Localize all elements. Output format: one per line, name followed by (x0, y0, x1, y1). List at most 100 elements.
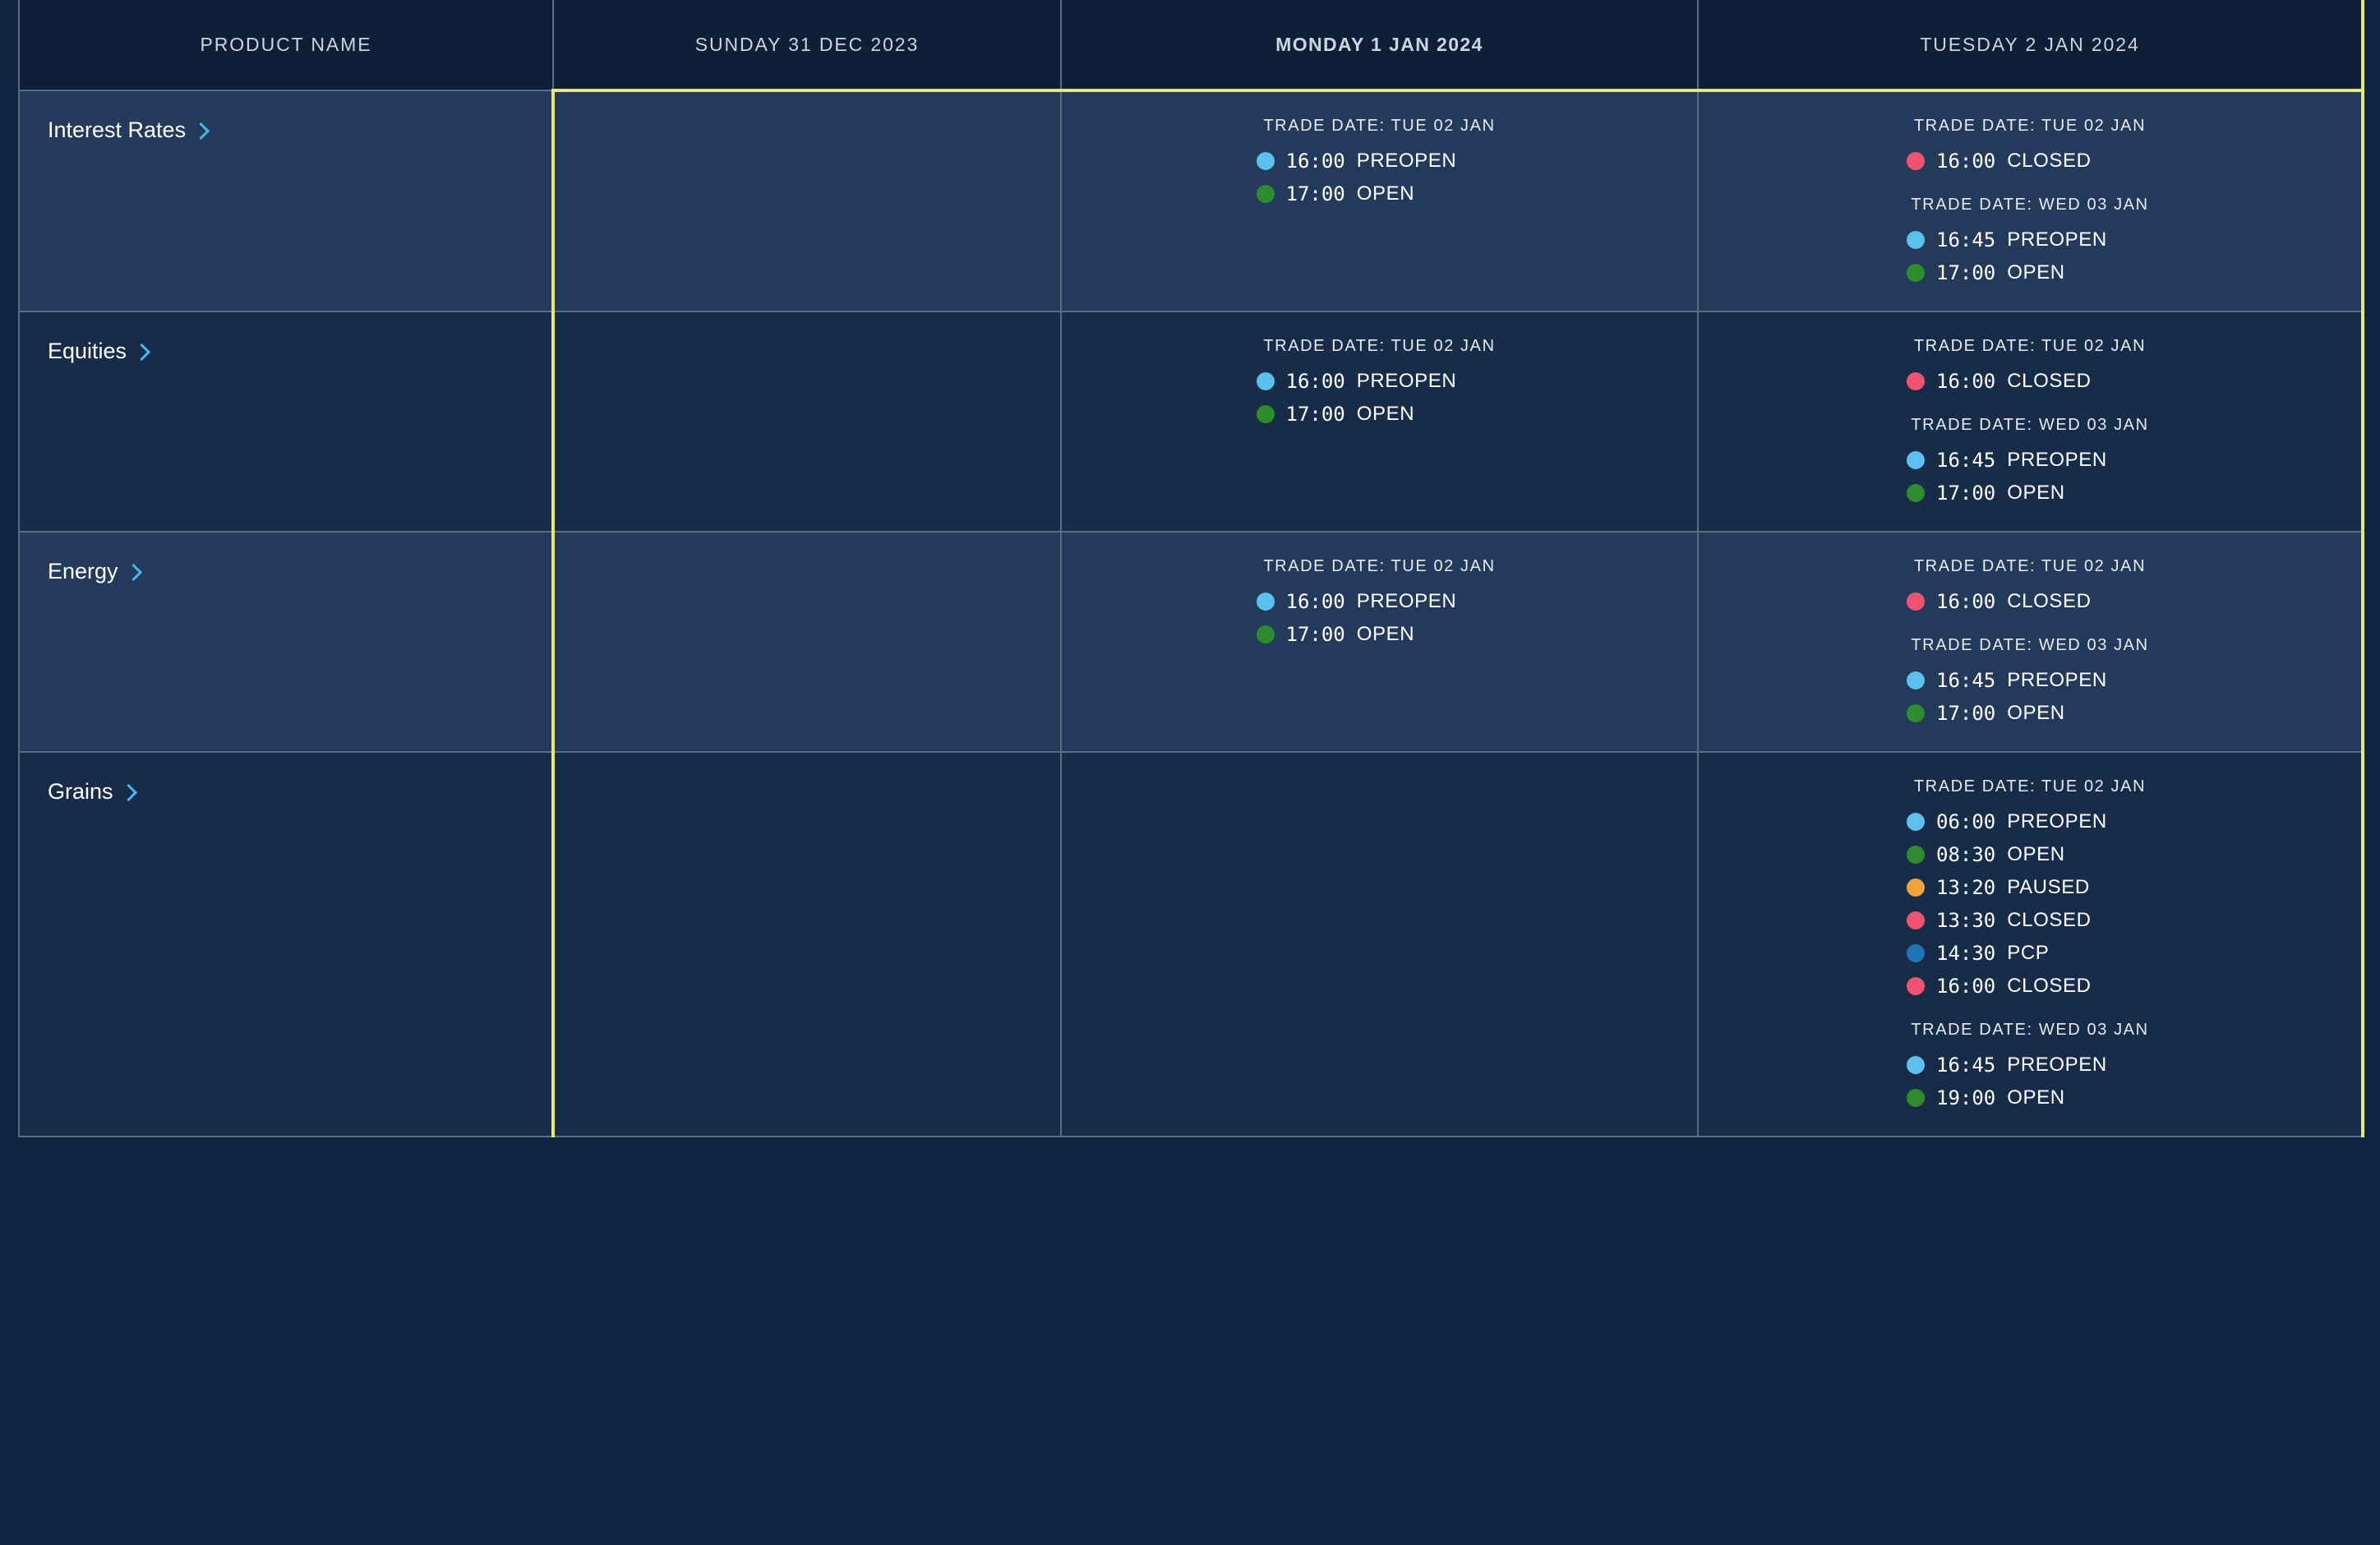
schedule-event[interactable]: 16:00 PREOPEN (1256, 145, 1503, 178)
status-dot-open-icon (1907, 264, 1925, 282)
schedule-cell-monday: TRADE DATE: TUE 02 JAN 16:00 PREOPEN 17:00 O… (1061, 90, 1699, 312)
schedule-event[interactable]: 16:00 PREOPEN (1256, 365, 1503, 398)
schedule-cell-sunday (551, 752, 1062, 1137)
event-time: 16:45 (1936, 1054, 1996, 1077)
event-time: 13:20 (1936, 876, 1996, 899)
schedule-event[interactable]: 17:00 OPEN (1907, 477, 2153, 510)
event-time: 17:00 (1285, 623, 1345, 646)
event-list: 16:00 CLOSED (1699, 145, 2361, 178)
event-time: 16:00 (1285, 370, 1345, 393)
status-dot-preopen-icon (1907, 451, 1925, 469)
event-list: 16:00 PREOPEN 17:00 OPEN (1062, 145, 1697, 210)
schedule-event[interactable]: 13:30 CLOSED (1907, 904, 2153, 937)
event-status: OPEN (2007, 482, 2065, 504)
table-row: Equities TRADE DATE: TUE 02 JAN 16:00 PREOP… (18, 311, 2364, 533)
event-time: 16:00 (1285, 150, 1345, 173)
status-dot-pcp-icon (1907, 944, 1925, 962)
column-header-product-name[interactable]: PRODUCT NAME (18, 0, 554, 91)
product-name-label: Energy (48, 559, 118, 583)
product-name-label: Grains (48, 779, 113, 804)
schedule-event[interactable]: 13:20 PAUSED (1907, 871, 2153, 904)
schedule-list: TRADE DATE: TUE 02 JAN 16:00 PREOPEN 17:00 O… (1062, 92, 1697, 232)
status-dot-preopen-icon (1256, 593, 1275, 611)
product-link-interest-rates[interactable]: Interest Rates (48, 119, 205, 141)
column-header-monday[interactable]: MONDAY 1 JAN 2024 (1061, 0, 1699, 92)
schedule-event[interactable]: 06:00 PREOPEN (1907, 805, 2153, 838)
trade-date-group: TRADE DATE: TUE 02 JAN 16:00 CLOSED (1699, 117, 2361, 178)
trade-date-label: TRADE DATE: WED 03 JAN (1911, 196, 2149, 214)
schedule-event[interactable]: 08:30 OPEN (1907, 838, 2153, 871)
event-status: PREOPEN (2007, 1054, 2107, 1076)
event-list: 16:00 PREOPEN 17:00 OPEN (1062, 585, 1697, 651)
product-name-label: Equities (48, 339, 127, 363)
column-header-sunday[interactable]: SUNDAY 31 DEC 2023 (552, 0, 1062, 92)
status-dot-open-icon (1907, 846, 1925, 864)
schedule-event[interactable]: 17:00 OPEN (1907, 697, 2153, 730)
schedule-event[interactable]: 16:45 PREOPEN (1907, 224, 2153, 256)
event-time: 16:00 (1936, 150, 1996, 173)
chevron-right-icon (127, 563, 137, 581)
status-dot-open-icon (1907, 704, 1925, 722)
schedule-event[interactable]: 16:00 CLOSED (1907, 585, 2153, 618)
event-status: CLOSED (2007, 909, 2092, 931)
schedule-event[interactable]: 17:00 OPEN (1907, 256, 2153, 289)
event-status: PREOPEN (1356, 590, 1457, 612)
schedule-list: TRADE DATE: TUE 02 JAN 06:00 PREOPEN 08:30 O… (1699, 753, 2361, 1136)
event-time: 08:30 (1936, 843, 1996, 866)
chevron-right-icon (122, 783, 132, 801)
schedule-event[interactable]: 17:00 OPEN (1256, 618, 1503, 651)
trade-date-label: TRADE DATE: TUE 02 JAN (1263, 557, 1496, 575)
schedule-event[interactable]: 17:00 OPEN (1256, 178, 1503, 210)
schedule-event[interactable]: 19:00 OPEN (1907, 1082, 2153, 1114)
product-name-cell: Interest Rates (18, 90, 554, 312)
column-header-tuesday[interactable]: TUESDAY 2 JAN 2024 (1698, 0, 2364, 92)
event-time: 16:45 (1936, 449, 1996, 472)
schedule-event[interactable]: 14:30 PCP (1907, 937, 2153, 970)
event-list: 16:45 PREOPEN 17:00 OPEN (1699, 444, 2361, 510)
trade-date-label: TRADE DATE: WED 03 JAN (1911, 1021, 2149, 1039)
event-time: 06:00 (1936, 810, 1996, 833)
chevron-right-icon (194, 122, 205, 140)
event-time: 17:00 (1936, 702, 1996, 725)
event-status: PREOPEN (2007, 669, 2107, 691)
status-dot-open-icon (1256, 405, 1275, 423)
trade-date-group: TRADE DATE: WED 03 JAN 16:45 PREOPEN 19:00 O… (1699, 1021, 2361, 1114)
trade-date-label: TRADE DATE: TUE 02 JAN (1263, 337, 1496, 355)
schedule-event[interactable]: 17:00 OPEN (1256, 398, 1503, 431)
schedule-cell-sunday (551, 90, 1062, 312)
product-schedule-table: PRODUCT NAME SUNDAY 31 DEC 2023 MONDAY 1… (18, 0, 2364, 1137)
schedule-event[interactable]: 16:45 PREOPEN (1907, 664, 2153, 697)
status-dot-open-icon (1256, 185, 1275, 203)
status-dot-preopen-icon (1256, 152, 1275, 170)
event-time: 17:00 (1285, 403, 1345, 426)
status-dot-closed-icon (1907, 911, 1925, 929)
trade-date-group: TRADE DATE: WED 03 JAN 16:45 PREOPEN 17:00 O… (1699, 636, 2361, 730)
product-name-cell: Grains (18, 752, 554, 1137)
empty-schedule-cell (1062, 753, 1697, 1136)
schedule-event[interactable]: 16:45 PREOPEN (1907, 444, 2153, 477)
schedule-event[interactable]: 16:00 CLOSED (1907, 365, 2153, 398)
event-list: 16:45 PREOPEN 17:00 OPEN (1699, 224, 2361, 289)
schedule-event[interactable]: 16:45 PREOPEN (1907, 1049, 2153, 1082)
product-link-grains[interactable]: Grains (48, 781, 132, 803)
event-time: 17:00 (1936, 482, 1996, 505)
event-time: 14:30 (1936, 942, 1996, 965)
event-time: 16:45 (1936, 669, 1996, 692)
event-status: CLOSED (2007, 370, 2092, 392)
event-status: CLOSED (2007, 590, 2092, 612)
event-list: 16:00 CLOSED (1699, 585, 2361, 618)
product-link-equities[interactable]: Equities (48, 340, 145, 362)
schedule-event[interactable]: 16:00 CLOSED (1907, 970, 2153, 1003)
product-link-energy[interactable]: Energy (48, 560, 137, 583)
event-status: OPEN (2007, 261, 2065, 284)
schedule-event[interactable]: 16:00 PREOPEN (1256, 585, 1503, 618)
schedule-cell-tuesday: TRADE DATE: TUE 02 JAN 16:00 CLOSED TRADE D… (1698, 90, 2364, 312)
schedule-event[interactable]: 16:00 CLOSED (1907, 145, 2153, 178)
status-dot-open-icon (1907, 484, 1925, 502)
table-header: PRODUCT NAME SUNDAY 31 DEC 2023 MONDAY 1… (18, 0, 2364, 92)
trade-date-group: TRADE DATE: TUE 02 JAN 16:00 CLOSED (1699, 337, 2361, 398)
event-status: PREOPEN (1356, 150, 1457, 172)
event-status: CLOSED (2007, 150, 2092, 172)
event-time: 13:30 (1936, 909, 1996, 932)
product-name-label: Interest Rates (48, 118, 187, 142)
